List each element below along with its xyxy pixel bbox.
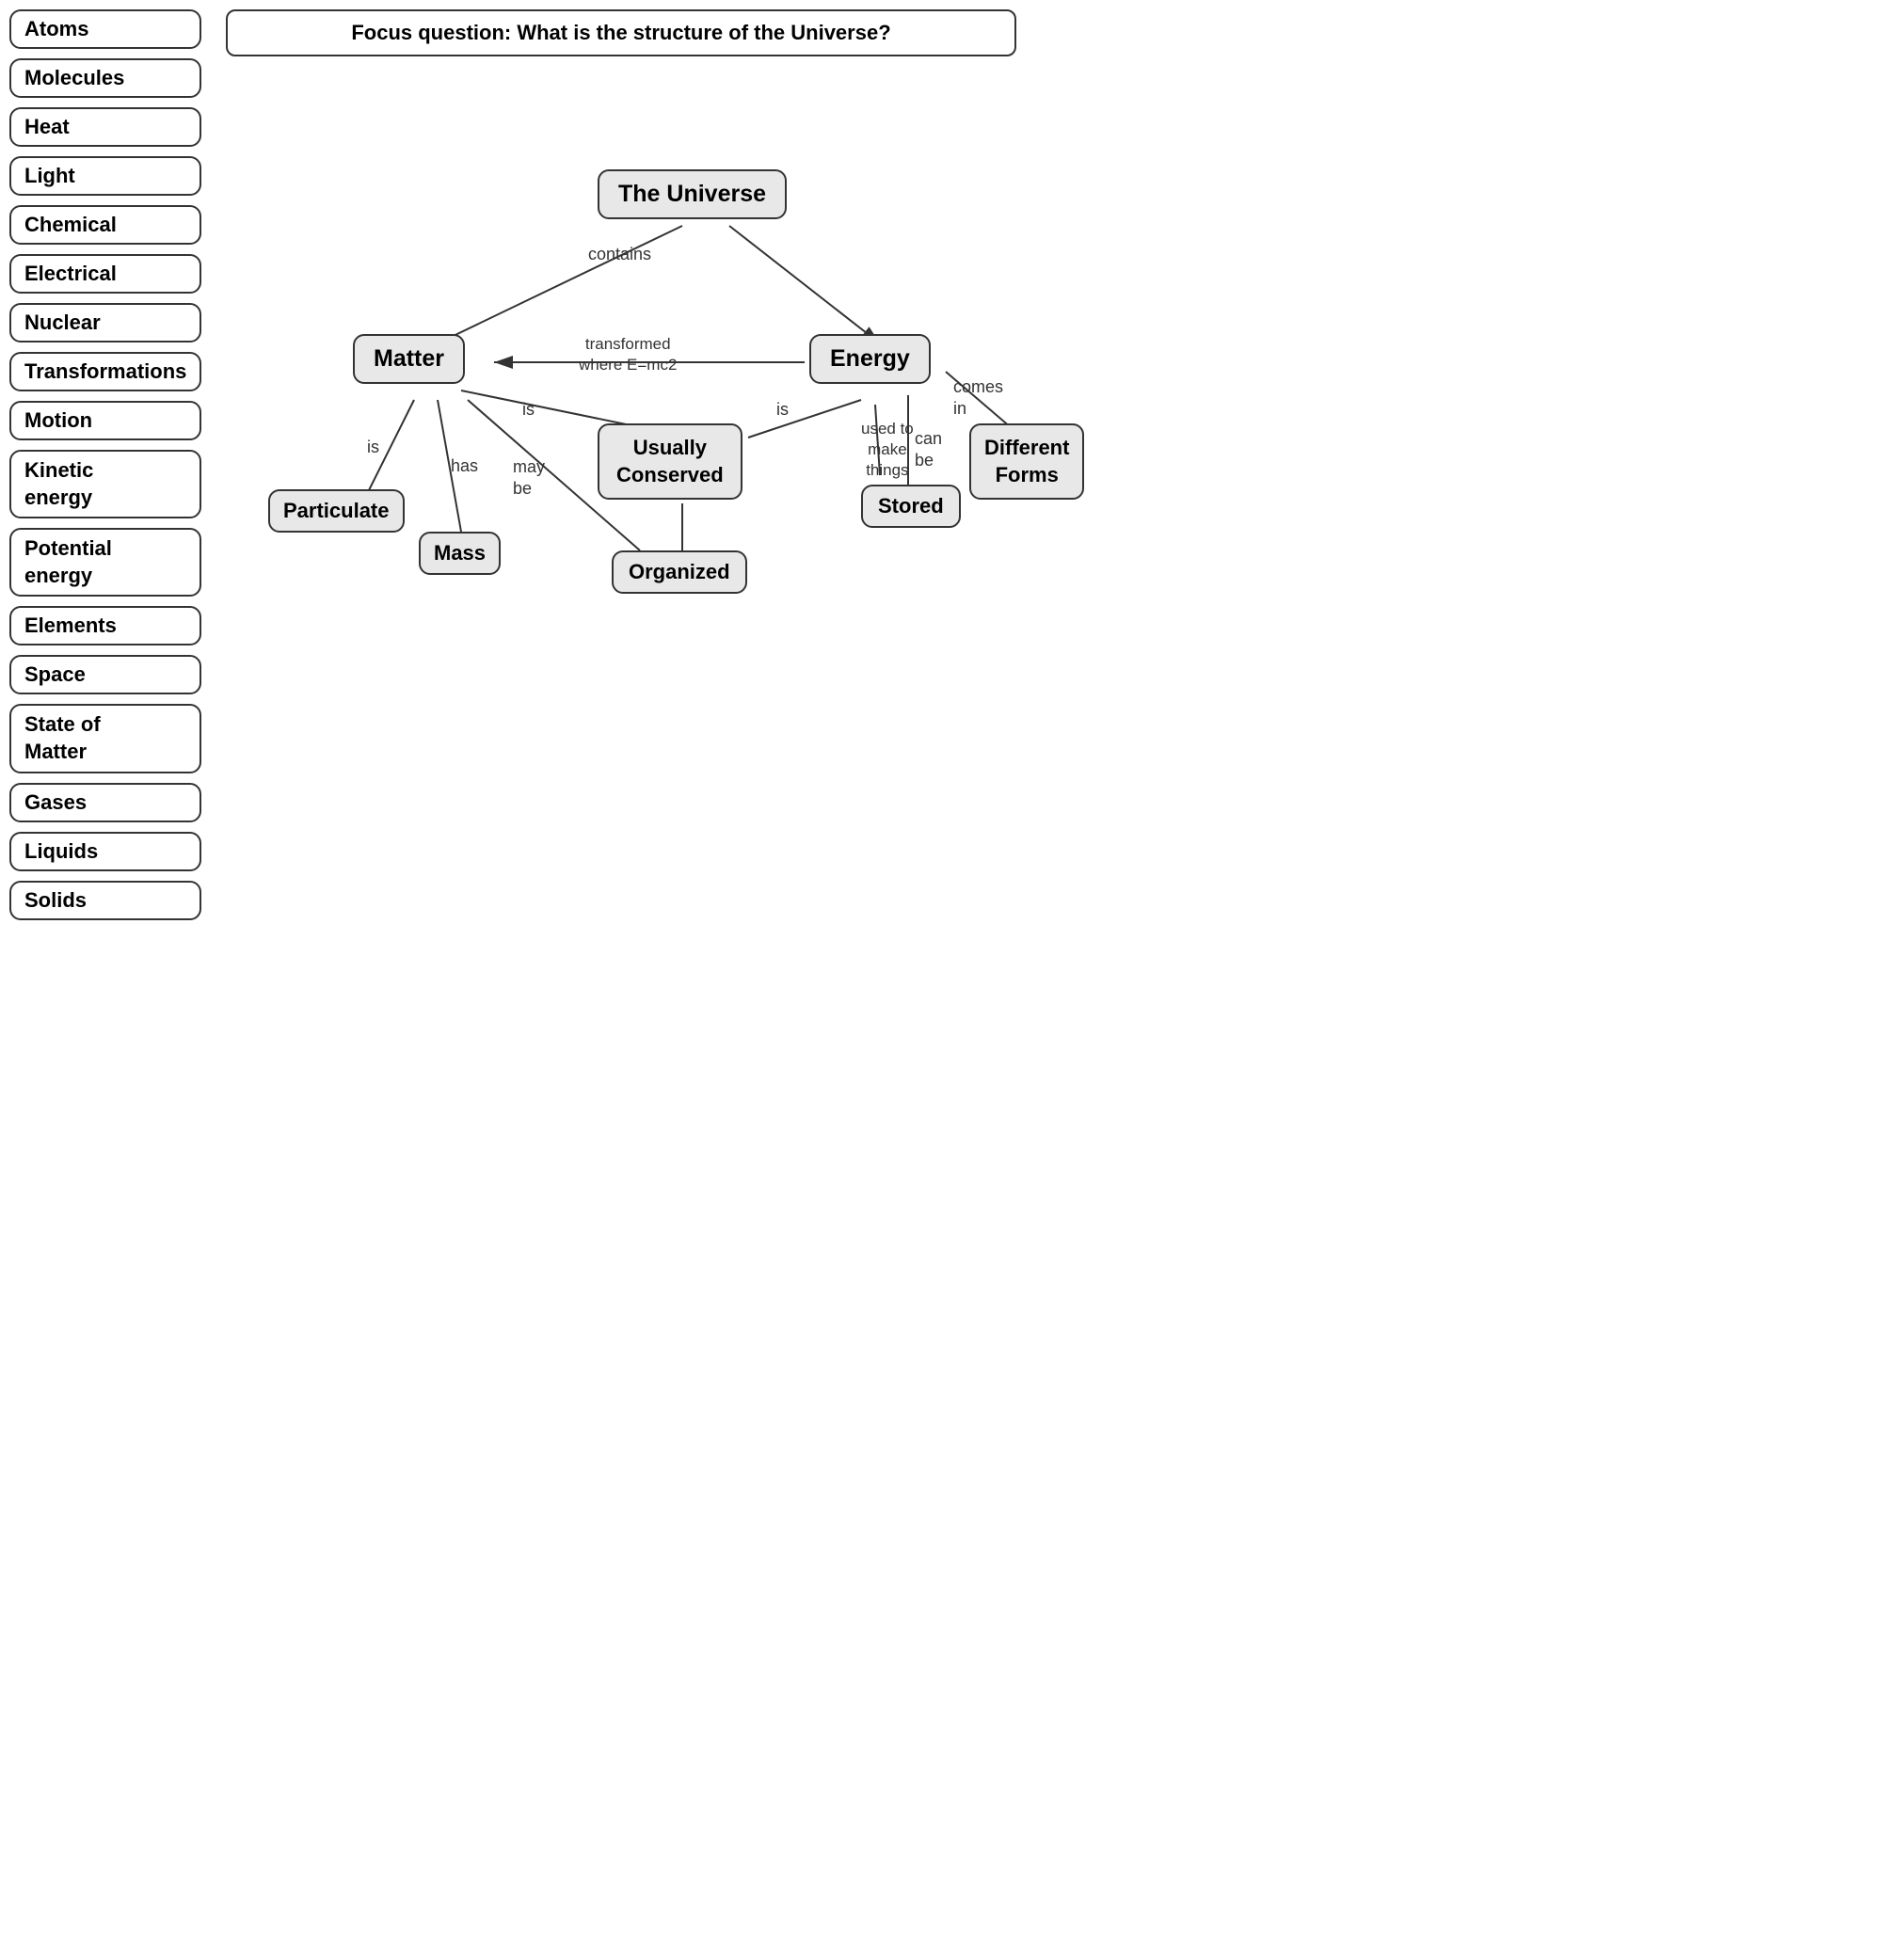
sidebar: Atoms Molecules Heat Light Chemical Elec… (9, 9, 201, 920)
sidebar-item-potential-energy[interactable]: Potentialenergy (9, 528, 201, 597)
sidebar-item-gases[interactable]: Gases (9, 783, 201, 822)
node-matter[interactable]: Matter (353, 334, 465, 384)
label-contains: contains (588, 245, 651, 264)
sidebar-item-state-of-matter[interactable]: State ofMatter (9, 704, 201, 773)
label-has-mass: has (451, 456, 478, 476)
node-organized[interactable]: Organized (612, 550, 747, 594)
node-energy[interactable]: Energy (809, 334, 931, 384)
sidebar-item-space[interactable]: Space (9, 655, 201, 694)
sidebar-item-chemical[interactable]: Chemical (9, 205, 201, 245)
node-different-forms[interactable]: DifferentForms (969, 423, 1084, 500)
node-stored[interactable]: Stored (861, 485, 961, 528)
label-transformed: transformedwhere E=mc2 (579, 334, 677, 375)
sidebar-item-solids[interactable]: Solids (9, 881, 201, 920)
label-is-conserved: is (522, 400, 535, 420)
node-mass[interactable]: Mass (419, 532, 501, 575)
label-used-to-make: used tomakethings (861, 419, 914, 481)
sidebar-item-liquids[interactable]: Liquids (9, 832, 201, 871)
label-comes-in: comesin (953, 376, 1003, 421)
sidebar-item-molecules[interactable]: Molecules (9, 58, 201, 98)
label-may-be: maybe (513, 456, 545, 501)
sidebar-item-heat[interactable]: Heat (9, 107, 201, 147)
sidebar-item-atoms[interactable]: Atoms (9, 9, 201, 49)
label-is-energy: is (776, 400, 789, 420)
sidebar-item-kinetic-energy[interactable]: Kineticenergy (9, 450, 201, 518)
node-particulate[interactable]: Particulate (268, 489, 405, 533)
sidebar-item-transformations[interactable]: Transformations (9, 352, 201, 391)
focus-question: Focus question: What is the structure of… (226, 9, 1016, 56)
sidebar-item-motion[interactable]: Motion (9, 401, 201, 440)
label-can-be: canbe (915, 428, 942, 472)
node-usually-conserved[interactable]: UsuallyConserved (598, 423, 742, 500)
sidebar-item-elements[interactable]: Elements (9, 606, 201, 645)
sidebar-item-nuclear[interactable]: Nuclear (9, 303, 201, 343)
sidebar-item-electrical[interactable]: Electrical (9, 254, 201, 294)
node-universe[interactable]: The Universe (598, 169, 787, 219)
sidebar-item-light[interactable]: Light (9, 156, 201, 196)
label-is-particulate: is (367, 438, 379, 457)
